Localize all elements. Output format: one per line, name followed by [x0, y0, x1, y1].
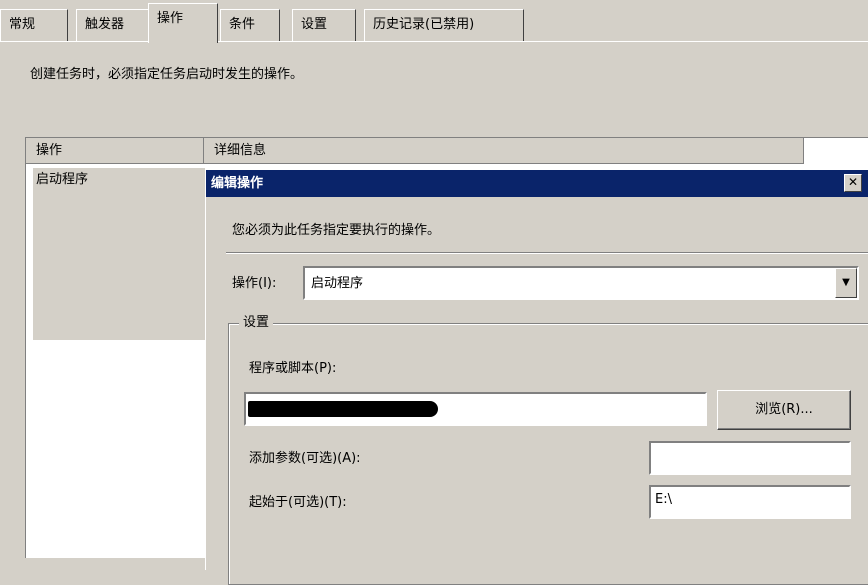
- browse-button[interactable]: 浏览(R)...: [717, 390, 851, 430]
- program-label: 程序或脚本(P):: [249, 361, 337, 376]
- tab-label: 设置: [301, 17, 328, 32]
- tab-strip: 常规 触发器 操作 条件 设置 历史记录(已禁用): [0, 0, 868, 44]
- tab-label: 操作: [157, 11, 184, 26]
- table-row[interactable]: 启动程序: [36, 169, 88, 191]
- args-label: 添加参数(可选)(A):: [249, 451, 361, 466]
- dialog-titlebar[interactable]: 编辑操作 ✕: [206, 170, 868, 197]
- redacted-program-path: [248, 401, 438, 417]
- action-select-value: 启动程序: [311, 276, 364, 291]
- chevron-down-icon[interactable]: ▼: [835, 268, 857, 298]
- tab-label: 条件: [229, 17, 256, 32]
- row-action-cell: 启动程序: [36, 172, 89, 187]
- tab-actions[interactable]: 操作: [148, 3, 218, 43]
- tab-label: 常规: [9, 17, 36, 32]
- tab-label: 历史记录(已禁用): [373, 17, 475, 32]
- action-label: 操作(I):: [232, 276, 277, 291]
- column-header-action[interactable]: 操作: [26, 138, 204, 164]
- edit-action-dialog: 编辑操作 ✕ 您必须为此任务指定要执行的操作。 操作(I): 启动程序 ▼ 设置…: [205, 169, 868, 585]
- args-input[interactable]: [649, 441, 851, 475]
- column-header-label: 详细信息: [214, 143, 267, 158]
- column-header-details[interactable]: 详细信息: [204, 138, 804, 164]
- settings-group-title: 设置: [239, 312, 274, 334]
- program-input[interactable]: [244, 392, 707, 426]
- actions-hint: 创建任务时，必须指定任务启动时发生的操作。: [30, 67, 304, 82]
- tab-panel-border: [0, 41, 868, 42]
- dialog-title: 编辑操作: [211, 176, 264, 191]
- tab-conditions[interactable]: 条件: [220, 9, 280, 41]
- tab-label: 触发器: [85, 17, 125, 32]
- action-select[interactable]: 启动程序 ▼: [303, 266, 859, 300]
- tab-general[interactable]: 常规: [0, 9, 68, 41]
- start-in-input-value: E:\: [655, 492, 672, 507]
- tab-triggers[interactable]: 触发器: [76, 9, 150, 41]
- divider: [226, 252, 868, 254]
- tab-history[interactable]: 历史记录(已禁用): [364, 9, 524, 41]
- start-in-input[interactable]: E:\: [649, 485, 851, 519]
- selected-row-highlight: [33, 168, 205, 340]
- settings-group: 设置 程序或脚本(P): 浏览(R)... 添加参数(可选)(A): 起始于(可…: [228, 312, 868, 585]
- start-in-label: 起始于(可选)(T):: [249, 495, 347, 510]
- tab-settings[interactable]: 设置: [292, 9, 356, 41]
- dialog-message: 您必须为此任务指定要执行的操作。: [232, 223, 441, 238]
- close-icon[interactable]: ✕: [844, 174, 862, 192]
- column-header-label: 操作: [36, 143, 63, 158]
